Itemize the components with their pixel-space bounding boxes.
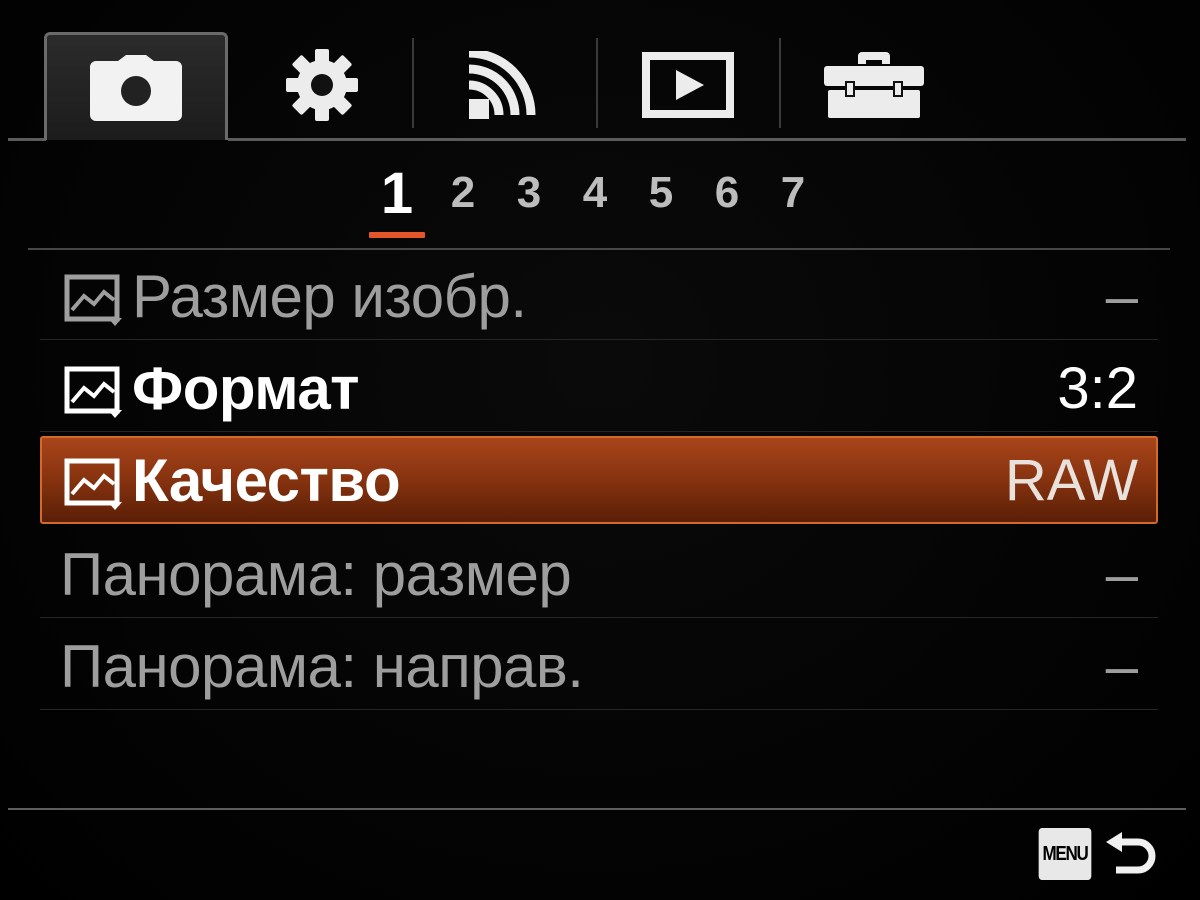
menu-item-quality[interactable]: Качество RAW bbox=[40, 436, 1158, 524]
page-number-7[interactable]: 7 bbox=[773, 168, 813, 218]
active-page-indicator bbox=[369, 232, 425, 238]
page-number-4[interactable]: 4 bbox=[575, 168, 615, 218]
menu-item-value: 3:2 bbox=[1057, 356, 1138, 421]
menu-item-aspect-ratio[interactable]: Формат 3:2 bbox=[40, 344, 1158, 432]
tab-bar bbox=[0, 0, 1200, 142]
playback-icon bbox=[642, 52, 734, 118]
page-number-1[interactable]: 1 bbox=[377, 160, 417, 227]
menu-button[interactable]: MENU bbox=[1038, 828, 1092, 880]
still-image-icon bbox=[64, 458, 122, 510]
tab-wireless[interactable] bbox=[414, 30, 596, 140]
tab-bar-baseline-left bbox=[8, 138, 46, 141]
menu-item-label: Панорама: размер bbox=[60, 541, 572, 608]
wireless-icon bbox=[468, 51, 536, 119]
menu-item-value: RAW bbox=[1004, 448, 1138, 513]
gear-icon bbox=[286, 49, 358, 121]
page-number-3[interactable]: 3 bbox=[509, 168, 549, 218]
row-divider bbox=[40, 709, 1158, 710]
page-selector: 1 2 3 4 5 6 7 bbox=[0, 161, 1200, 238]
menu-item-label: Качество bbox=[132, 447, 401, 514]
menu-item-value: – bbox=[1105, 542, 1138, 607]
still-image-icon bbox=[64, 274, 122, 326]
menu-item-label: Размер изобр. bbox=[132, 263, 527, 330]
row-divider bbox=[40, 431, 1158, 432]
page-number-5[interactable]: 5 bbox=[641, 168, 681, 218]
tab-playback[interactable] bbox=[598, 30, 778, 140]
page-number-6[interactable]: 6 bbox=[707, 168, 747, 218]
camera-icon bbox=[90, 54, 182, 121]
menu-item-image-size[interactable]: Размер изобр. – bbox=[40, 252, 1158, 340]
row-divider bbox=[40, 339, 1158, 340]
menu-item-value: – bbox=[1105, 264, 1138, 329]
row-divider bbox=[40, 617, 1158, 618]
tab-setup[interactable] bbox=[782, 30, 966, 140]
tab-separator bbox=[779, 38, 781, 128]
menu-item-panorama-direction[interactable]: Панорама: направ. – bbox=[40, 622, 1158, 710]
return-arrow-icon[interactable] bbox=[1104, 832, 1156, 884]
page-number-2[interactable]: 2 bbox=[443, 168, 483, 218]
menu-item-value: – bbox=[1105, 634, 1138, 699]
tab-camera-settings[interactable] bbox=[44, 32, 228, 140]
menu-item-label: Панорама: направ. bbox=[60, 633, 584, 700]
toolbox-icon bbox=[824, 52, 924, 118]
menu-item-label: Формат bbox=[132, 355, 360, 422]
camera-menu-screen: 1 2 3 4 5 6 7 Размер изобр. – Формат 3:2… bbox=[0, 0, 1200, 900]
divider bbox=[8, 808, 1186, 810]
divider bbox=[28, 248, 1170, 250]
tab-custom-settings[interactable] bbox=[232, 30, 412, 140]
still-image-icon bbox=[64, 366, 122, 418]
menu-item-panorama-size[interactable]: Панорама: размер – bbox=[40, 530, 1158, 618]
